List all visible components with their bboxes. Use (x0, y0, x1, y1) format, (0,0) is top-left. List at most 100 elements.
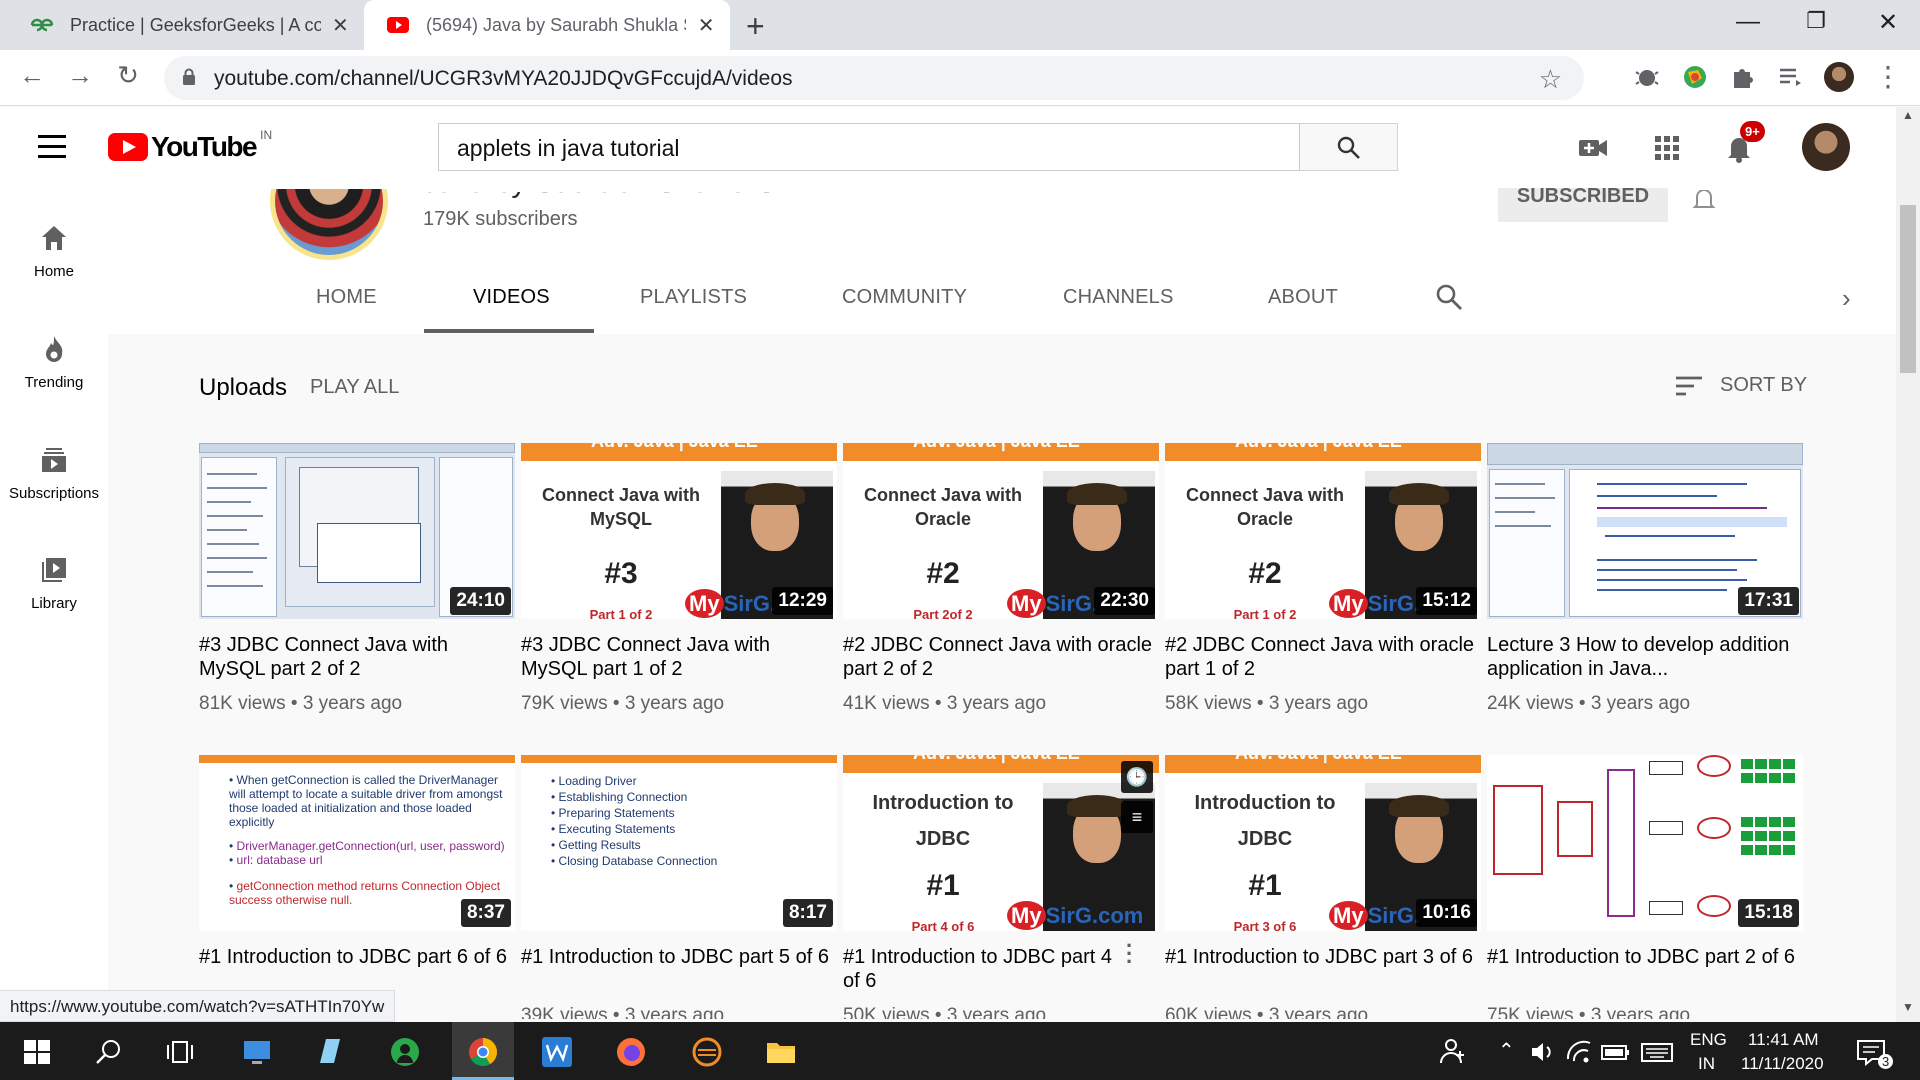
sidebar-item-subscriptions[interactable]: Subscriptions (0, 445, 108, 502)
video-title[interactable]: #3 JDBC Connect Java with MySQL part 2 o… (199, 633, 515, 681)
video-card[interactable]: 17:31 Lecture 3 How to develop addition … (1487, 443, 1803, 715)
back-button[interactable]: ← (14, 60, 50, 91)
browser-tab-youtube[interactable]: (5694) Java by Saurabh Shukla Sir - YouT… (364, 0, 730, 50)
sidebar-item-library[interactable]: Library (0, 555, 108, 612)
search-button[interactable] (1300, 123, 1398, 171)
extension-globe-icon[interactable] (1680, 62, 1710, 92)
restore-button[interactable]: ❐ (1796, 8, 1836, 34)
add-to-queue-icon[interactable]: ≡ (1121, 801, 1153, 833)
video-card[interactable]: Adv. Java | Java EE Connect Java with Or… (843, 443, 1159, 715)
scroll-up-arrow-icon[interactable]: ▲ (1902, 108, 1914, 122)
sort-icon[interactable] (1674, 374, 1704, 398)
video-thumbnail[interactable]: When getConnection is called the DriverM… (199, 755, 515, 931)
close-tab-icon[interactable]: ✕ (331, 13, 350, 38)
video-title[interactable]: #1 Introduction to JDBC part 4 of 6 (843, 945, 1123, 993)
close-window-button[interactable]: ✕ (1868, 8, 1908, 37)
scrollbar-thumb[interactable] (1900, 205, 1916, 373)
channel-search-icon[interactable] (1434, 282, 1464, 312)
video-title[interactable]: #2 JDBC Connect Java with oracle part 1 … (1165, 633, 1481, 681)
create-video-icon[interactable] (1576, 131, 1610, 165)
tab-videos[interactable]: VIDEOS (473, 286, 550, 309)
chevron-right-icon[interactable]: › (1842, 283, 1851, 314)
video-duration: 10:16 (1416, 899, 1477, 927)
media-queue-icon[interactable] (1776, 62, 1806, 92)
file-explorer-icon[interactable] (764, 1035, 798, 1069)
show-hidden-icons-chevron-icon[interactable]: ⌃ (1498, 1038, 1515, 1063)
clock-time[interactable]: 11:41 AM (1748, 1030, 1819, 1050)
video-card[interactable]: When getConnection is called the DriverM… (199, 755, 515, 993)
video-thumbnail[interactable]: 15:18 (1487, 755, 1803, 931)
tab-home[interactable]: HOME (316, 286, 377, 309)
apps-grid-icon[interactable] (1650, 131, 1684, 165)
task-view-icon[interactable] (164, 1035, 198, 1069)
search-input[interactable]: applets in java tutorial (438, 123, 1300, 171)
maps-app-icon[interactable] (388, 1035, 422, 1069)
reload-button[interactable]: ↻ (110, 60, 146, 91)
video-thumbnail[interactable]: 24:10 (199, 443, 515, 619)
video-thumbnail[interactable]: Adv. Java | Java EE Introduction to JDBC… (843, 755, 1159, 931)
account-avatar[interactable] (1802, 123, 1850, 171)
extension-bug-icon[interactable] (1632, 62, 1662, 92)
tab-about[interactable]: ABOUT (1268, 286, 1338, 309)
input-region[interactable]: IN (1698, 1054, 1715, 1074)
new-tab-button[interactable]: + (746, 8, 765, 45)
people-icon[interactable] (1436, 1035, 1470, 1069)
search-icon[interactable] (92, 1035, 126, 1069)
play-all-button[interactable]: PLAY ALL (310, 376, 399, 399)
video-title[interactable]: #2 JDBC Connect Java with oracle part 2 … (843, 633, 1159, 681)
notes-app-icon[interactable] (312, 1035, 346, 1069)
extensions-puzzle-icon[interactable] (1728, 62, 1758, 92)
video-title[interactable]: #1 Introduction to JDBC part 6 of 6 (199, 945, 515, 993)
video-title[interactable]: #1 Introduction to JDBC part 2 of 6 (1487, 945, 1803, 993)
eclipse-ide-icon[interactable] (690, 1035, 724, 1069)
youtube-logo[interactable]: YouTube IN (108, 128, 272, 163)
video-thumbnail[interactable]: Adv. Java | Java EE Introduction to JDBC… (1165, 755, 1481, 931)
video-title[interactable]: Lecture 3 How to develop addition applic… (1487, 633, 1803, 681)
video-card[interactable]: Loading Driver Establishing Connection P… (521, 755, 837, 1019)
chrome-icon[interactable] (466, 1035, 500, 1069)
video-thumbnail[interactable]: Adv. Java | Java EE Connect Java with Or… (843, 443, 1159, 619)
video-card[interactable]: Adv. Java | Java EE Connect Java with My… (521, 443, 837, 715)
video-card[interactable]: Adv. Java | Java EE Connect Java with Or… (1165, 443, 1481, 715)
firefox-icon[interactable] (614, 1035, 648, 1069)
this-pc-icon[interactable] (240, 1035, 274, 1069)
scroll-down-arrow-icon[interactable]: ▼ (1902, 1000, 1914, 1014)
word-app-icon[interactable] (540, 1035, 574, 1069)
minimize-button[interactable]: — (1728, 8, 1768, 36)
more-actions-icon[interactable]: · · · (1126, 935, 1133, 973)
volume-icon[interactable] (1526, 1035, 1560, 1069)
clock-date[interactable]: 11/11/2020 (1741, 1054, 1824, 1074)
video-title[interactable]: #3 JDBC Connect Java with MySQL part 1 o… (521, 633, 837, 681)
close-tab-icon[interactable]: ✕ (696, 13, 716, 38)
browser-tab-geeksforgeeks[interactable]: Practice | GeeksforGeeks | A computer sc… (8, 0, 364, 50)
video-title[interactable]: #1 Introduction to JDBC part 3 of 6 (1165, 945, 1481, 993)
address-bar[interactable]: youtube.com/channel/UCGR3vMYA20JJDQvGFcc… (164, 56, 1584, 100)
sidebar-item-home[interactable]: Home (0, 223, 108, 280)
video-card[interactable]: 24:10 #3 JDBC Connect Java with MySQL pa… (199, 443, 515, 715)
sidebar-item-trending[interactable]: Trending (0, 334, 108, 391)
tab-community[interactable]: COMMUNITY (842, 286, 967, 309)
profile-avatar[interactable] (1824, 62, 1854, 92)
video-thumbnail[interactable]: 17:31 (1487, 443, 1803, 619)
input-language[interactable]: ENG (1690, 1030, 1727, 1050)
tab-channels[interactable]: CHANNELS (1063, 286, 1174, 309)
video-card[interactable]: Adv. Java | Java EE Introduction to JDBC… (1165, 755, 1481, 1019)
sort-by-button[interactable]: SORT BY (1720, 374, 1807, 397)
menu-icon[interactable] (38, 135, 66, 158)
wifi-icon[interactable] (1562, 1035, 1596, 1069)
video-thumbnail[interactable]: Adv. Java | Java EE Connect Java with My… (521, 443, 837, 619)
video-thumbnail[interactable]: Loading Driver Establishing Connection P… (521, 755, 837, 931)
video-card-hovered[interactable]: Adv. Java | Java EE Introduction to JDBC… (843, 755, 1159, 1019)
video-thumbnail[interactable]: Adv. Java | Java EE Connect Java with Or… (1165, 443, 1481, 619)
windows-start-icon[interactable] (20, 1035, 54, 1069)
touch-keyboard-icon[interactable] (1640, 1035, 1674, 1069)
forward-button[interactable]: → (62, 60, 98, 91)
video-card[interactable]: 15:18 #1 Introduction to JDBC part 2 of … (1487, 755, 1803, 1019)
tab-playlists[interactable]: PLAYLISTS (640, 286, 747, 309)
watch-later-icon[interactable]: 🕒 (1121, 761, 1153, 793)
bookmark-star-icon[interactable]: ☆ (1539, 64, 1562, 95)
video-title[interactable]: #1 Introduction to JDBC part 5 of 6 (521, 945, 837, 993)
battery-icon[interactable] (1598, 1035, 1632, 1069)
thumb-banner: Adv. Java | Java EE (1235, 443, 1402, 452)
chrome-menu-icon[interactable]: ⋮ (1870, 60, 1906, 93)
